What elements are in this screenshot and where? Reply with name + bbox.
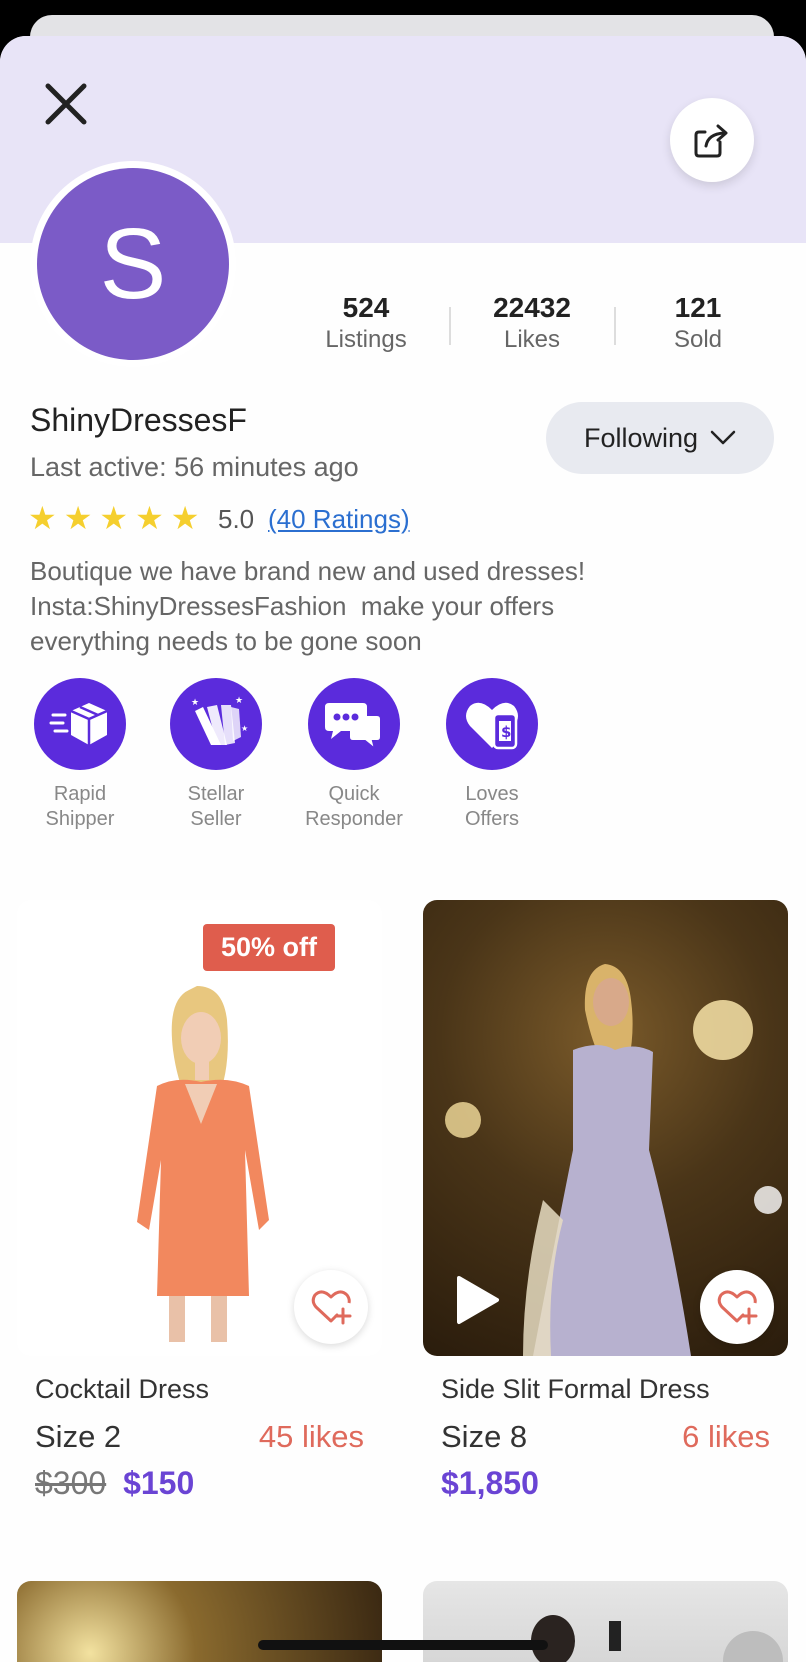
stat-likes[interactable]: 22432 Likes — [462, 292, 602, 356]
original-price: $300 — [35, 1465, 107, 1501]
star-icon: ★ — [63, 500, 93, 536]
heart-plus-icon — [311, 1290, 352, 1325]
badge-rapid-shipper[interactable]: Rapid Shipper — [20, 678, 140, 832]
discount-badge: 50% off — [203, 924, 336, 971]
star-icon: ★ — [135, 500, 164, 536]
stat-value: 524 — [342, 292, 390, 323]
badge-label-line: Offers — [464, 808, 520, 830]
bio-line: everything needs to be gone soon — [30, 626, 422, 656]
heart-plus-icon — [717, 1290, 758, 1325]
rating-stars: ★ ★ ★ ★ ★ — [28, 500, 199, 536]
svg-text:$: $ — [501, 723, 511, 741]
like-button[interactable] — [700, 1270, 774, 1344]
shop-name: ShinyDressesF — [30, 402, 247, 438]
listing-size: Size 8 — [441, 1419, 528, 1454]
box-icon — [49, 703, 108, 745]
stat-listings[interactable]: 524 Listings — [296, 292, 436, 356]
following-label: Following — [583, 422, 699, 453]
close-button[interactable] — [38, 76, 94, 132]
badge-label-line: Shipper — [45, 808, 115, 830]
listing-card[interactable]: 50% off Cocktail Dress Size 2 45 likes $… — [17, 900, 382, 1502]
badge-label-line: Quick — [328, 783, 380, 805]
share-button[interactable] — [670, 98, 754, 182]
stat-value: 121 — [674, 292, 722, 323]
stat-divider — [614, 307, 616, 345]
chat-bubbles-icon — [325, 703, 382, 752]
svg-text:★: ★ — [241, 724, 248, 733]
ratings-link[interactable]: (40 Ratings) — [268, 504, 410, 535]
badge-label-line: Responder — [305, 808, 403, 830]
like-button[interactable] — [294, 1270, 368, 1344]
bio-line: Insta:ShinyDressesFashion make your offe… — [30, 591, 555, 621]
play-icon[interactable] — [453, 1274, 501, 1326]
stat-label: Likes — [503, 326, 561, 353]
listing-title: Cocktail Dress — [35, 1374, 210, 1404]
badge-label: Rapid Shipper — [20, 782, 140, 832]
stat-label: Sold — [673, 326, 723, 353]
listing-title: Side Slit Formal Dress — [441, 1374, 710, 1404]
heart-phone-icon: $ — [466, 702, 518, 750]
rating-value: 5.0 — [218, 504, 255, 534]
bio-line: Boutique we have brand new and used dres… — [30, 556, 586, 586]
badge-circle — [308, 678, 400, 770]
shopping-bags-icon: ★ ★ ★ — [191, 696, 248, 745]
star-icon: ★ — [99, 500, 129, 536]
stat-label: Listings — [325, 326, 407, 353]
badge-stellar-seller[interactable]: ★ ★ ★ Stellar Seller — [156, 678, 276, 832]
listing-image[interactable]: 50% off — [17, 900, 382, 1356]
avatar[interactable]: S — [30, 161, 236, 367]
badge-quick-responder[interactable]: Quick Responder — [294, 678, 414, 832]
stat-sold[interactable]: 121 Sold — [628, 292, 768, 356]
badge-circle — [34, 678, 126, 770]
following-button[interactable]: Following — [546, 402, 774, 474]
badge-label-line: Rapid — [53, 783, 107, 805]
badge-circle: $ — [446, 678, 538, 770]
badge-label: Loves Offers — [432, 782, 552, 832]
listing-image[interactable] — [423, 900, 788, 1356]
listing-card[interactable]: Side Slit Formal Dress Size 8 6 likes $1… — [423, 900, 788, 1502]
svg-text:★: ★ — [191, 698, 199, 708]
stat-value: 22432 — [493, 292, 571, 323]
avatar-initial: S — [37, 168, 229, 360]
shop-bio: Boutique we have brand new and used dres… — [30, 554, 770, 659]
badge-label: Quick Responder — [294, 782, 414, 832]
stat-divider — [449, 307, 451, 345]
last-active: Last active: 56 minutes ago — [30, 452, 359, 482]
star-icon: ★ — [28, 500, 57, 536]
svg-text:★: ★ — [235, 696, 243, 706]
listing-likes: 45 likes — [258, 1419, 364, 1454]
chevron-down-icon — [710, 430, 736, 445]
listing-price: $150 — [123, 1465, 195, 1501]
badge-label: Stellar Seller — [156, 782, 276, 832]
badge-label-line: Stellar — [187, 783, 245, 805]
close-icon — [45, 83, 87, 125]
listing-price: $1,850 — [441, 1465, 539, 1501]
home-indicator — [258, 1640, 548, 1650]
star-icon: ★ — [170, 500, 200, 536]
badge-circle: ★ ★ ★ — [170, 678, 262, 770]
share-icon — [694, 124, 728, 158]
badge-loves-offers[interactable]: $ Loves Offers — [432, 678, 552, 832]
badge-label-line: Loves — [465, 783, 519, 805]
badge-label-line: Seller — [190, 808, 242, 830]
listing-size: Size 2 — [35, 1419, 122, 1454]
profile-sheet: S 524 Listings 22432 Likes 121 Sold Shin… — [0, 36, 806, 1662]
listing-likes: 6 likes — [682, 1419, 770, 1454]
